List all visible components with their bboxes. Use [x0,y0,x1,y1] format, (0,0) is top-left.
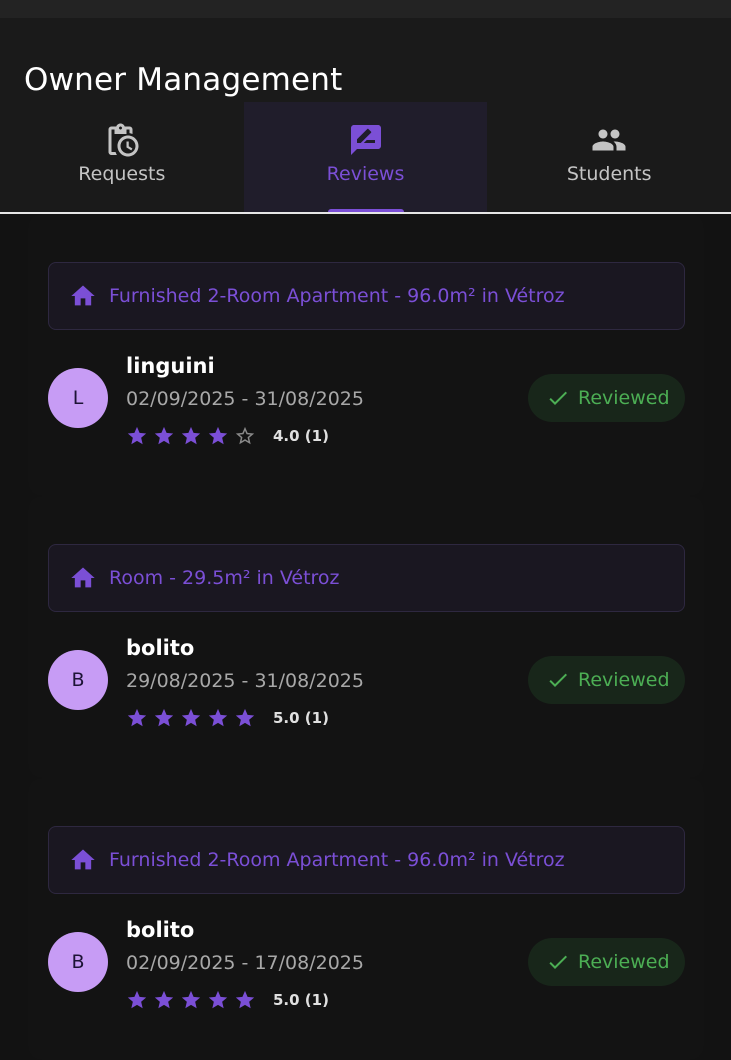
star-icon [208,426,228,445]
rating-text: 5.0 (1) [273,991,329,1009]
tab-bar: Requests Reviews Students [0,102,731,213]
property-banner[interactable]: Room - 29.5m² in Vétroz [48,544,685,612]
status-text: Reviewed [578,669,670,691]
home-icon [71,285,95,306]
home-icon [71,567,95,588]
status-bar [0,0,731,18]
rating-text: 5.0 (1) [273,709,329,727]
star-icon [235,990,255,1009]
check-icon [549,955,567,969]
page-title: Owner Management [24,62,343,98]
check-icon [549,673,567,687]
star-rating: 5.0 (1) [126,706,329,730]
review-card[interactable]: Room - 29.5m² in Vétroz B bolito 29/08/2… [28,496,704,778]
star-icon [181,708,201,727]
status-text: Reviewed [578,951,670,973]
tab-requests[interactable]: Requests [0,102,244,213]
home-icon [71,849,95,870]
star-icon [127,708,147,727]
avatar: L [48,368,108,428]
property-banner[interactable]: Furnished 2-Room Apartment - 96.0m² in V… [48,826,685,894]
star-icon [127,990,147,1009]
status-badge: Reviewed [528,374,685,422]
star-icon [235,426,255,445]
avatar: B [48,932,108,992]
student-name: bolito [126,918,195,942]
tab-label: Requests [78,163,166,185]
property-title: Furnished 2-Room Apartment - 96.0m² in V… [109,285,565,307]
rating-text: 4.0 (1) [273,427,329,445]
star-icon [154,990,174,1009]
star-icon [181,990,201,1009]
avatar: B [48,650,108,710]
review-card[interactable]: Furnished 2-Room Apartment - 96.0m² in V… [28,214,704,496]
stay-dates: 29/08/2025 - 31/08/2025 [126,670,364,692]
star-icon [208,708,228,727]
star-icon [235,708,255,727]
clipboard-clock-icon [108,123,139,157]
student-name: bolito [126,636,195,660]
review-card[interactable]: Furnished 2-Room Apartment - 96.0m² in V… [28,778,704,1060]
stay-dates: 02/09/2025 - 31/08/2025 [126,388,364,410]
property-title: Room - 29.5m² in Vétroz [109,567,340,589]
rate-review-icon [350,125,381,155]
status-badge: Reviewed [528,656,685,704]
tab-reviews[interactable]: Reviews [243,102,488,213]
check-icon [549,391,567,405]
tab-students[interactable]: Students [487,102,731,213]
tab-label: Reviews [326,163,405,185]
status-badge: Reviewed [528,938,685,986]
star-rating: 4.0 (1) [126,424,329,448]
property-title: Furnished 2-Room Apartment - 96.0m² in V… [109,849,565,871]
star-rating: 5.0 (1) [126,988,329,1012]
property-banner[interactable]: Furnished 2-Room Apartment - 96.0m² in V… [48,262,685,330]
star-icon [181,426,201,445]
student-name: linguini [126,354,215,378]
stay-dates: 02/09/2025 - 17/08/2025 [126,952,364,974]
tab-label: Students [566,163,652,185]
status-text: Reviewed [578,387,670,409]
people-icon [592,129,626,151]
star-icon [154,426,174,445]
star-icon [208,990,228,1009]
star-icon [154,708,174,727]
star-icon [127,426,147,445]
